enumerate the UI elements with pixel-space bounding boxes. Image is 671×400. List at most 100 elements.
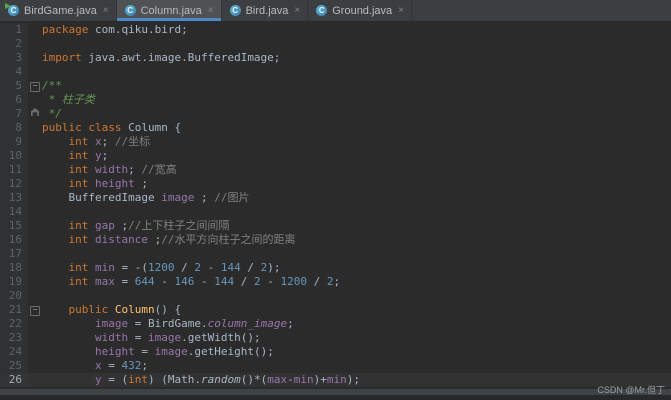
code-text: */ <box>42 107 671 121</box>
line-number: 13 <box>0 191 28 205</box>
code-line[interactable]: 17 <box>0 247 671 261</box>
class-runnable-icon: C <box>8 5 19 16</box>
code-line[interactable]: 13 BufferedImage image ; //图片 <box>0 191 671 205</box>
tab-label: Column.java <box>141 5 202 17</box>
line-number: 5 <box>0 79 28 93</box>
line-number: 16 <box>0 233 28 247</box>
class-icon: C <box>316 5 327 16</box>
code-text: int max = 644 - 146 - 144 / 2 - 1200 / 2… <box>42 275 671 289</box>
tab-column-java[interactable]: C Column.java × <box>117 0 222 21</box>
tab-birdgame-java[interactable]: C BirdGame.java × <box>0 0 117 21</box>
line-number: 24 <box>0 345 28 359</box>
ide-window: CBirdGame.java×CColumn.java×CBird.java×C… <box>0 0 671 400</box>
code-text: height = image.getHeight(); <box>42 345 671 359</box>
gutter-fold-column: − <box>28 79 42 93</box>
line-number: 20 <box>0 289 28 303</box>
code-text: public class Column { <box>42 121 671 135</box>
code-line[interactable]: 14 <box>0 205 671 219</box>
code-line[interactable]: 6 * 柱子类 <box>0 93 671 107</box>
line-number: 10 <box>0 149 28 163</box>
close-tab-icon[interactable]: × <box>208 6 214 16</box>
code-line[interactable]: 7 */ <box>0 107 671 121</box>
close-tab-icon[interactable]: × <box>398 6 404 16</box>
code-text: int gap ;//上下柱子之间间隔 <box>42 219 671 233</box>
tab-label: BirdGame.java <box>24 5 97 17</box>
gutter-fold-column <box>28 135 42 149</box>
editor-tab-bar: CBirdGame.java×CColumn.java×CBird.java×C… <box>0 0 671 21</box>
code-line[interactable]: 11 int width; //宽高 <box>0 163 671 177</box>
code-text: int y; <box>42 149 671 163</box>
code-text <box>42 289 671 303</box>
class-icon: C <box>125 5 136 16</box>
tab-label: Bird.java <box>246 5 289 17</box>
code-text: image = BirdGame.column_image; <box>42 317 671 331</box>
gutter-fold-column <box>28 205 42 219</box>
code-text: BufferedImage image ; //图片 <box>42 191 671 205</box>
code-line[interactable]: 3import java.awt.image.BufferedImage; <box>0 51 671 65</box>
code-text: y = (int) (Math.random()*(max-min)+min); <box>42 373 671 387</box>
code-line[interactable]: 15 int gap ;//上下柱子之间间隔 <box>0 219 671 233</box>
gutter-fold-column <box>28 289 42 303</box>
fold-collapse-icon[interactable]: − <box>30 306 40 316</box>
code-text <box>42 37 671 51</box>
tab-ground-java[interactable]: C Ground.java × <box>308 0 412 21</box>
gutter-fold-column <box>28 317 42 331</box>
gutter-fold-column <box>28 163 42 177</box>
code-line[interactable]: 8 public class Column { <box>0 121 671 135</box>
code-text <box>42 247 671 261</box>
gutter-fold-column <box>28 121 42 135</box>
line-number: 2 <box>0 37 28 51</box>
line-number: 8 <box>0 121 28 135</box>
gutter-fold-column <box>28 233 42 247</box>
gutter-fold-column <box>28 37 42 51</box>
fold-collapse-icon[interactable]: − <box>30 82 40 92</box>
line-number: 18 <box>0 261 28 275</box>
line-number: 9 <box>0 135 28 149</box>
code-line[interactable]: 24 height = image.getHeight(); <box>0 345 671 359</box>
code-line[interactable]: 10 int y; <box>0 149 671 163</box>
code-line[interactable]: 12 int height ; <box>0 177 671 191</box>
code-line[interactable]: 9 int x; //坐标 <box>0 135 671 149</box>
gutter-fold-column: − <box>28 303 42 317</box>
code-line[interactable]: 4 <box>0 65 671 79</box>
code-text: width = image.getWidth(); <box>42 331 671 345</box>
line-number: 22 <box>0 317 28 331</box>
line-number: 21 <box>0 303 28 317</box>
gutter-fold-column <box>28 51 42 65</box>
code-line[interactable]: 25 x = 432; <box>0 359 671 373</box>
line-number: 4 <box>0 65 28 79</box>
bottom-strip <box>0 387 671 400</box>
code-line[interactable]: 21− public Column() { <box>0 303 671 317</box>
code-text: int x; //坐标 <box>42 135 671 149</box>
code-line[interactable]: 1package com.qiku.bird; <box>0 23 671 37</box>
line-number: 15 <box>0 219 28 233</box>
code-text: x = 432; <box>42 359 671 373</box>
code-line[interactable]: 5−/** <box>0 79 671 93</box>
code-text: import java.awt.image.BufferedImage; <box>42 51 671 65</box>
code-line[interactable]: 18 int min = -(1200 / 2 - 144 / 2); <box>0 261 671 275</box>
line-number: 1 <box>0 23 28 37</box>
code-line[interactable]: 22 image = BirdGame.column_image; <box>0 317 671 331</box>
code-line[interactable]: 20 <box>0 289 671 303</box>
gutter-fold-column <box>28 177 42 191</box>
tab-label: Ground.java <box>332 5 392 17</box>
code-line[interactable]: 23 width = image.getWidth(); <box>0 331 671 345</box>
code-line[interactable]: 19 int max = 644 - 146 - 144 / 2 - 1200 … <box>0 275 671 289</box>
code-line[interactable]: 16 int distance ;//水平方向柱子之间的距离 <box>0 233 671 247</box>
code-text: public Column() { <box>42 303 671 317</box>
close-tab-icon[interactable]: × <box>103 6 109 16</box>
gutter-fold-column <box>28 359 42 373</box>
code-text: int distance ;//水平方向柱子之间的距离 <box>42 233 671 247</box>
gutter-fold-column <box>28 247 42 261</box>
code-line[interactable]: 2 <box>0 37 671 51</box>
gutter-fold-column <box>28 149 42 163</box>
tab-bird-java[interactable]: CBird.java× <box>222 0 309 21</box>
close-tab-icon[interactable]: × <box>294 6 300 16</box>
code-text <box>42 65 671 79</box>
code-text: int min = -(1200 / 2 - 144 / 2); <box>42 261 671 275</box>
code-rows: 1package com.qiku.bird;23import java.awt… <box>0 23 671 387</box>
code-line[interactable]: 26 y = (int) (Math.random()*(max-min)+mi… <box>0 373 671 387</box>
code-text: int width; //宽高 <box>42 163 671 177</box>
fold-end-icon[interactable] <box>31 108 39 116</box>
code-editor[interactable]: 1package com.qiku.bird;23import java.awt… <box>0 21 671 400</box>
